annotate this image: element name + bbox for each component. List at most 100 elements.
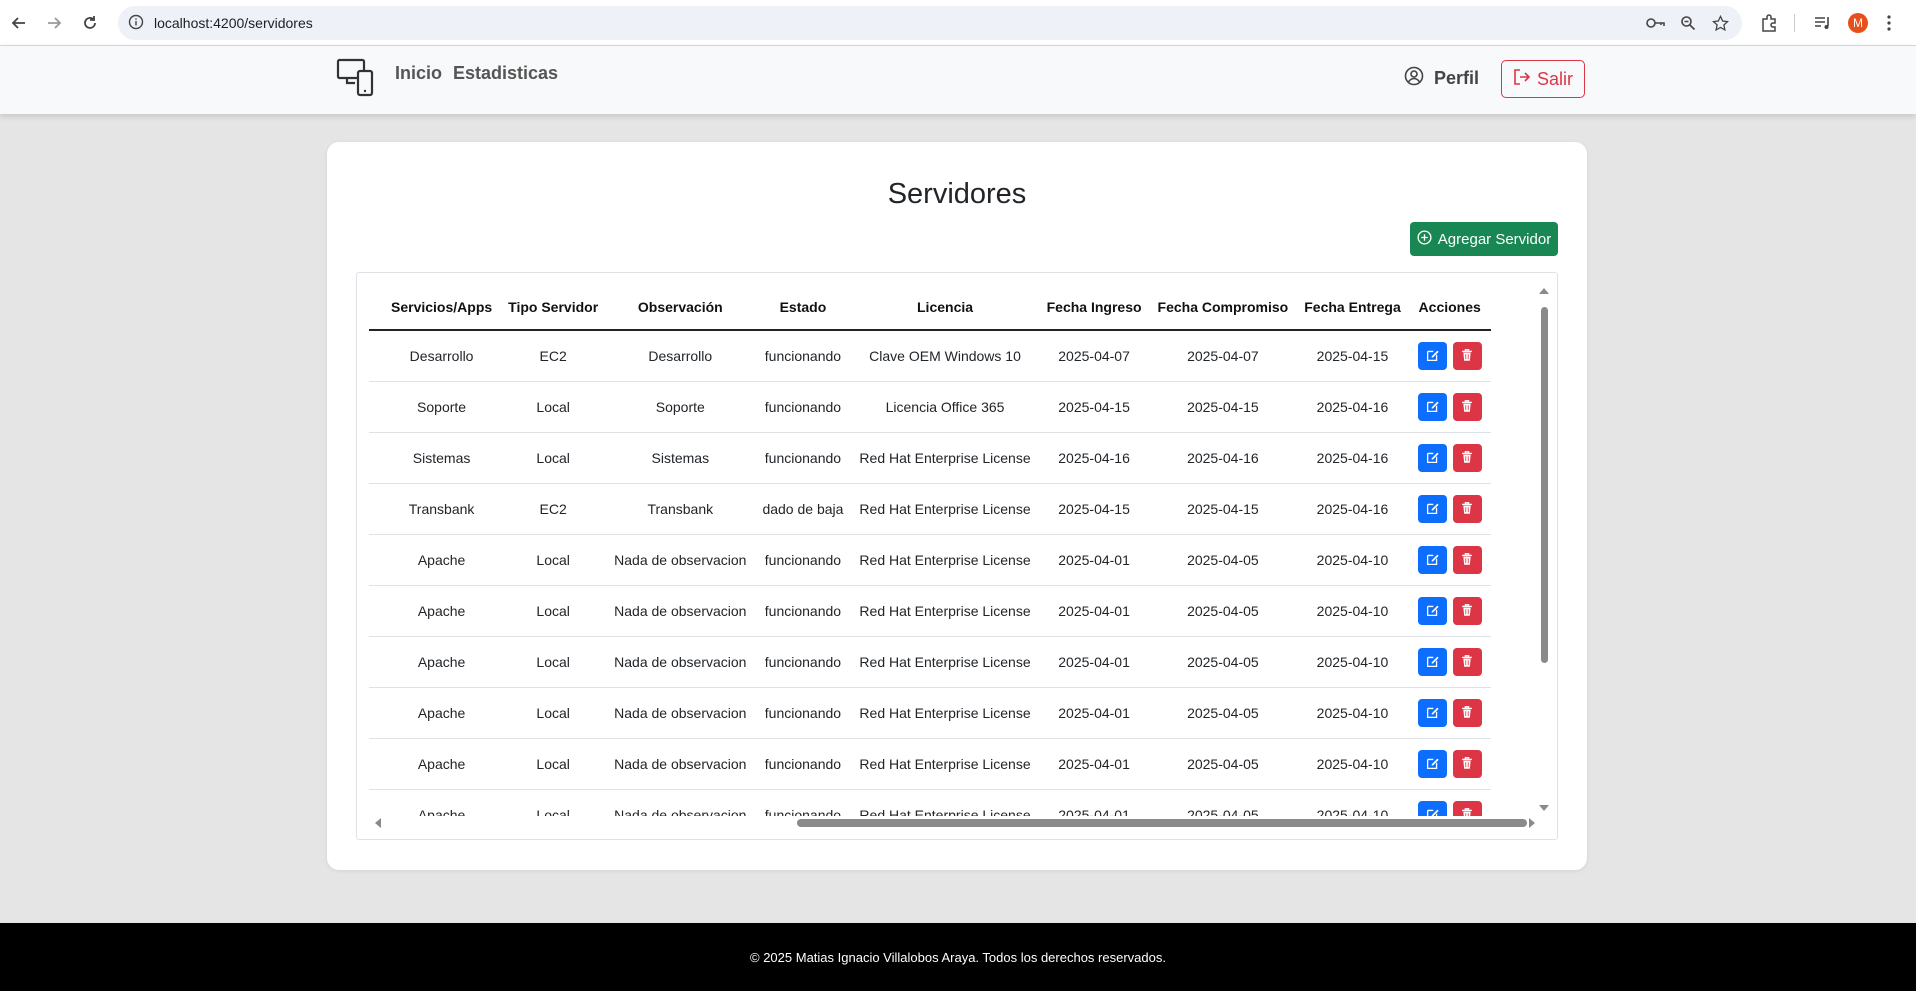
table-cell: 2025-04-15 (1038, 483, 1150, 535)
vertical-scrollbar[interactable] (1538, 285, 1550, 815)
scroll-down-arrow-icon[interactable] (1539, 805, 1549, 811)
avatar: M (1848, 13, 1868, 33)
table-cell: Nada de observacion (606, 636, 755, 688)
edit-button[interactable] (1417, 749, 1447, 778)
table-row: 6ApacheLocalNada de observacionfuncionan… (369, 789, 1491, 816)
scroll-up-arrow-icon[interactable] (1539, 288, 1549, 294)
table-cell: 2025-04-15 (1296, 330, 1409, 382)
extensions-icon[interactable] (1757, 11, 1781, 35)
table-cell: 2025-04-05 (1149, 585, 1297, 637)
scroll-left-arrow-icon[interactable] (375, 818, 381, 828)
horizontal-scroll-thumb[interactable] (797, 819, 1527, 827)
actions-cell (1408, 483, 1491, 535)
table-body: 3DesarrolloEC2DesarrollofuncionandoClave… (369, 330, 1491, 816)
table-cell: funcionando (754, 738, 852, 790)
reload-icon[interactable] (77, 10, 103, 36)
password-key-icon[interactable] (1644, 11, 1668, 35)
column-header: Observación (606, 285, 755, 331)
column-header: P (369, 285, 383, 331)
zoom-icon[interactable] (1676, 11, 1700, 35)
table-cell: 2025-04-10 (1296, 687, 1409, 739)
url-text: localhost:4200/servidores (154, 15, 313, 31)
edit-button[interactable] (1417, 596, 1447, 625)
edit-button[interactable] (1417, 647, 1447, 676)
trash-icon (1461, 400, 1473, 413)
table-cell: 2025-04-01 (1038, 585, 1150, 637)
table-cell: Nada de observacion (606, 789, 755, 816)
salir-button[interactable]: Salir (1501, 60, 1585, 98)
table-cell: Local (500, 789, 607, 816)
actions-cell (1408, 687, 1491, 739)
actions-cell (1408, 636, 1491, 688)
perfil-link[interactable]: Perfil (1404, 66, 1479, 91)
trash-icon (1461, 502, 1473, 515)
table-cell (369, 483, 383, 535)
nav-link-inicio[interactable]: Inicio (395, 63, 442, 84)
actions-cell (1408, 789, 1491, 816)
delete-button[interactable] (1452, 392, 1482, 421)
nav-link-estadisticas[interactable]: Estadisticas (453, 63, 558, 84)
column-header: Estado (754, 285, 852, 331)
table-cell: funcionando (754, 330, 852, 382)
table-row: 9SoporteLocalSoportefuncionandoLicencia … (369, 381, 1491, 433)
forward-arrow-icon[interactable] (41, 10, 67, 36)
servers-table-container[interactable]: PServicios/AppsTipo ServidorObservaciónE… (356, 272, 1558, 840)
table-cell: Clave OEM Windows 10 (851, 330, 1039, 382)
table-scroll-area[interactable]: PServicios/AppsTipo ServidorObservaciónE… (369, 285, 1536, 816)
back-arrow-icon[interactable] (6, 10, 32, 36)
table-cell: Red Hat Enterprise License (851, 432, 1039, 484)
delete-button[interactable] (1452, 647, 1482, 676)
actions-cell (1408, 432, 1491, 484)
edit-button[interactable] (1417, 698, 1447, 727)
add-server-button[interactable]: Agregar Servidor (1410, 222, 1558, 256)
actions-cell (1408, 738, 1491, 790)
app-navbar: Inicio Estadisticas Perfil Salir (0, 46, 1916, 114)
edit-button[interactable] (1417, 443, 1447, 472)
logout-icon (1513, 68, 1531, 90)
delete-button[interactable] (1452, 443, 1482, 472)
table-cell: 2025-04-01 (1038, 789, 1150, 816)
table-cell: 2025-04-10 (1296, 585, 1409, 637)
address-bar[interactable]: localhost:4200/servidores (118, 6, 1742, 40)
delete-button[interactable] (1452, 545, 1482, 574)
delete-button[interactable] (1452, 341, 1482, 370)
add-server-label: Agregar Servidor (1437, 230, 1552, 248)
table-cell: Soporte (383, 381, 501, 433)
scroll-right-arrow-icon[interactable] (1529, 818, 1535, 828)
table-cell: 3 (369, 330, 383, 382)
delete-button[interactable] (1452, 698, 1482, 727)
delete-button[interactable] (1452, 749, 1482, 778)
delete-button[interactable] (1452, 596, 1482, 625)
delete-button[interactable] (1452, 494, 1482, 523)
site-info-icon[interactable] (128, 14, 144, 35)
table-cell: Nada de observacion (606, 738, 755, 790)
table-cell: 6 (369, 789, 383, 816)
delete-button[interactable] (1452, 800, 1482, 816)
profile-avatar[interactable]: M (1846, 11, 1870, 35)
table-cell: funcionando (754, 687, 852, 739)
actions-cell (1408, 585, 1491, 637)
edit-button[interactable] (1417, 800, 1447, 816)
edit-icon (1426, 808, 1439, 816)
table-cell: funcionando (754, 534, 852, 586)
table-cell: 3 (369, 636, 383, 688)
table-cell: Apache (383, 789, 501, 816)
devices-logo-icon[interactable] (336, 57, 376, 97)
edit-button[interactable] (1417, 392, 1447, 421)
horizontal-scrollbar[interactable] (369, 816, 1536, 830)
table-cell: Transbank (606, 483, 755, 535)
edit-button[interactable] (1417, 545, 1447, 574)
table-cell: Nada de observacion (606, 534, 755, 586)
table-cell (369, 534, 383, 586)
column-header: Servicios/Apps (383, 285, 501, 331)
menu-dots-icon[interactable] (1877, 11, 1901, 35)
edit-button[interactable] (1417, 494, 1447, 523)
edit-button[interactable] (1417, 341, 1447, 370)
vertical-scroll-thumb[interactable] (1541, 307, 1548, 663)
table-row: 2ApacheLocalNada de observacionfuncionan… (369, 585, 1491, 637)
table-cell: Transbank (383, 483, 501, 535)
table-cell: 2025-04-07 (1038, 330, 1150, 382)
media-control-icon[interactable] (1811, 11, 1835, 35)
table-cell: 2025-04-01 (1038, 534, 1150, 586)
bookmark-star-icon[interactable] (1708, 11, 1732, 35)
